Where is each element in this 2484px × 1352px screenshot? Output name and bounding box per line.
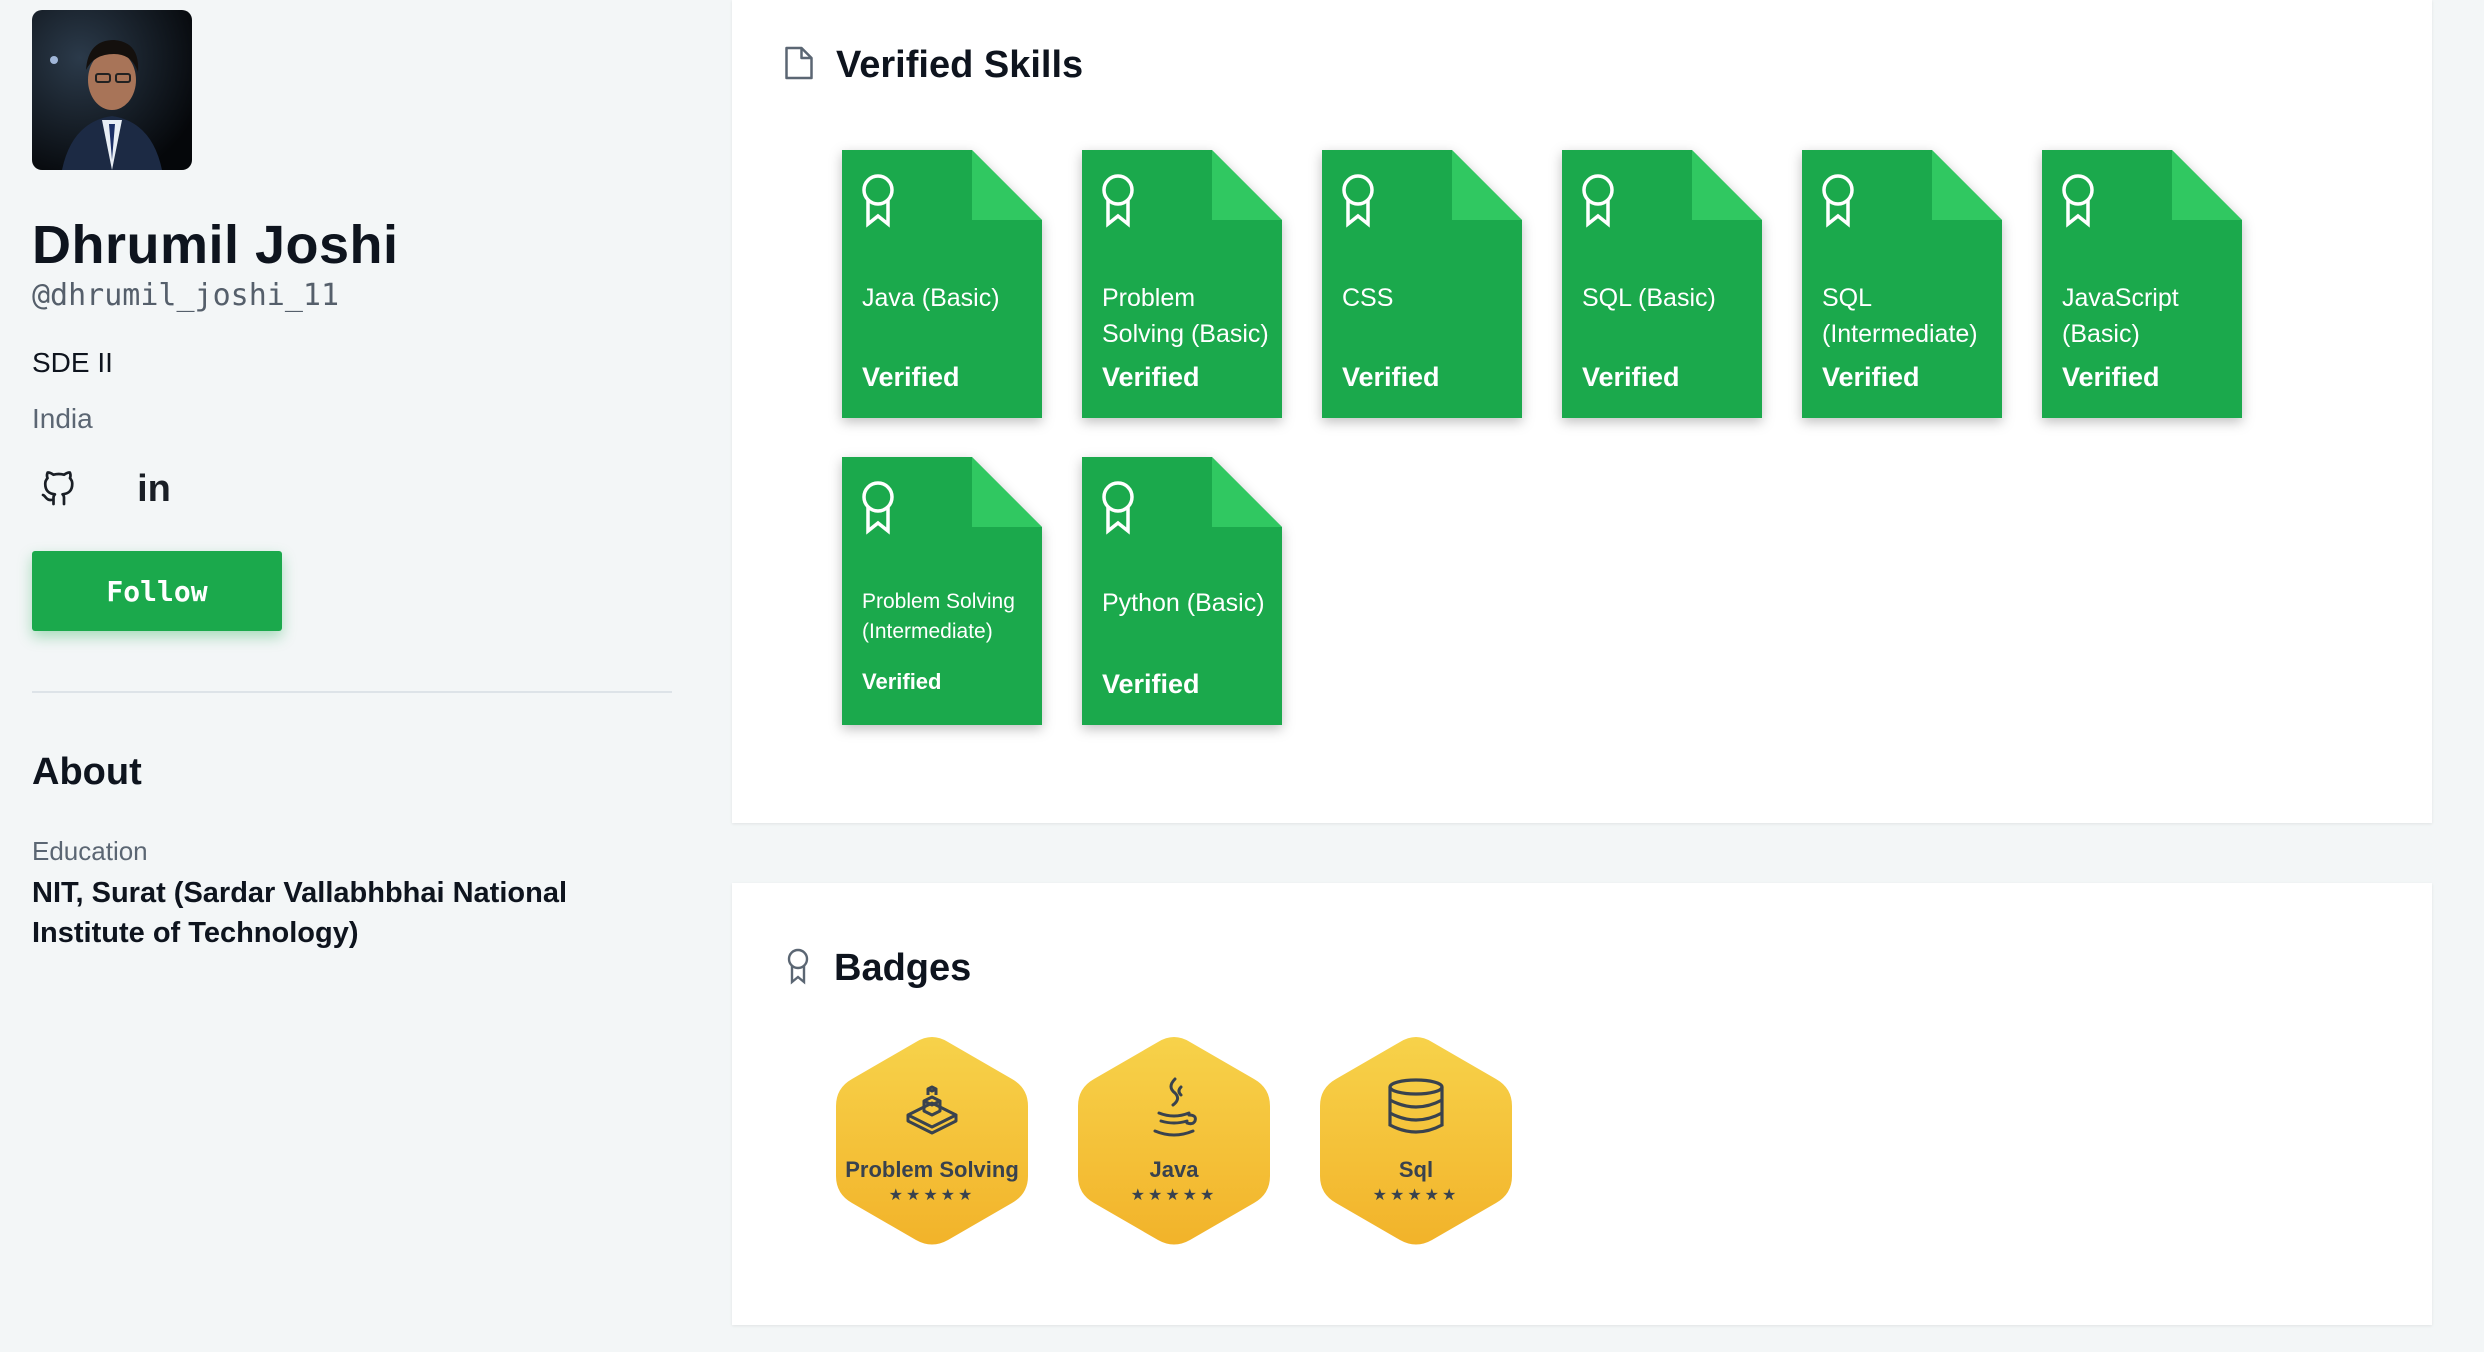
certificate-name: Problem Solving (Basic) [1102,284,1269,348]
badges-header: Badges [784,947,971,990]
certificate-status: Verified [1102,362,1200,392]
certificate-wrapper: Problem Solving (Intermediate) Verified [842,457,1042,725]
certificate-status: Verified [1582,362,1680,392]
badges-card: Badges Problem Solving ★★★★★ Java ★★★★★ … [732,883,2432,1325]
badge-name: Sql [1398,1157,1434,1182]
certificate-status: Verified [1822,362,1920,392]
page-fold [972,457,1042,527]
certificate-card[interactable]: SQL (Basic) Verified [1562,150,1762,418]
badges-title: Badges [834,947,972,989]
award-ribbon-icon [1098,479,1138,540]
badge-stars: ★★★★★ [1372,1187,1460,1204]
certificate-name: SQL (Basic) [1582,284,1716,312]
certificate-wrapper: Python (Basic) Verified [1082,457,1282,725]
education-value: NIT, Surat (Sardar Vallabhbhai National … [32,877,568,949]
page-fold [2172,150,2242,220]
certificate-name: Python (Basic) [1102,589,1265,617]
award-ribbon-icon [858,479,898,540]
badge-sql[interactable]: Sql ★★★★★ [1316,1031,1516,1251]
follow-button[interactable]: Follow [32,551,282,631]
page-fold [1452,150,1522,220]
page-fold [1932,150,2002,220]
certificate-name: SQL (Intermediate) [1822,284,1978,348]
certificate-name: CSS [1342,284,1394,312]
certificate-card[interactable]: JavaScript (Basic) Verified [2042,150,2242,418]
social-links: in [32,468,672,510]
certificate-name: Problem Solving (Intermediate) [862,590,1015,643]
certificate-card[interactable]: CSS Verified [1322,150,1522,418]
certificate-status: Verified [2062,362,2160,392]
certificate-card[interactable]: SQL (Intermediate) Verified [1802,150,2002,418]
badge-problem-solving[interactable]: Problem Solving ★★★★★ [832,1031,1032,1251]
verified-skills-header: Verified Skills [784,44,1083,87]
profile-role: SDE II [32,347,113,378]
education-label: Education [32,836,148,866]
certificate-wrapper: JavaScript (Basic) Verified [2042,150,2242,418]
problem-solving-icon [832,1077,1032,1137]
certificate-card[interactable]: Problem Solving (Intermediate) Verified [842,457,1042,725]
badge-list: Problem Solving ★★★★★ Java ★★★★★ Sql ★★★… [832,1031,1516,1251]
certificate-status: Verified [1102,669,1200,699]
badge-stars: ★★★★★ [888,1187,976,1204]
certificate-card[interactable]: Python (Basic) Verified [1082,457,1282,725]
page-fold [1692,150,1762,220]
award-ribbon-icon [1098,172,1138,233]
badge-name: Java [1149,1157,1199,1182]
award-ribbon-icon [1578,172,1618,233]
page-fold [972,150,1042,220]
certificate-status: Verified [862,362,960,392]
award-ribbon-icon [1338,172,1378,233]
certificate-status: Verified [1342,362,1440,392]
github-icon[interactable] [38,469,78,509]
document-icon [784,45,814,86]
badge-java[interactable]: Java ★★★★★ [1074,1031,1274,1251]
certificate-name: JavaScript (Basic) [2062,284,2179,348]
divider [32,691,672,693]
certificate-wrapper: Problem Solving (Basic) Verified [1082,150,1282,418]
certificate-wrapper: SQL (Intermediate) Verified [1802,150,2002,418]
award-ribbon-icon [2058,172,2098,233]
page-fold [1212,150,1282,220]
certificate-wrapper: Java (Basic) Verified [842,150,1042,418]
certificate-card[interactable]: Java (Basic) Verified [842,150,1042,418]
award-ribbon-icon [1818,172,1858,233]
award-ribbon-icon [858,172,898,233]
java-cup-icon [1074,1077,1274,1139]
badge-stars: ★★★★★ [1130,1187,1218,1204]
badge-ribbon-icon [784,947,812,990]
avatar[interactable] [32,10,192,170]
profile-sidebar: Dhrumil Joshi @dhrumil_joshi_11 SDE II I… [32,10,672,953]
certificate-name: Java (Basic) [862,284,1000,312]
certificate-status: Verified [862,669,942,694]
badge-name: Problem Solving [845,1157,1019,1182]
linkedin-icon[interactable]: in [134,468,174,510]
certificate-card[interactable]: Problem Solving (Basic) Verified [1082,150,1282,418]
profile-handle: @dhrumil_joshi_11 [32,278,340,313]
verified-skills-title: Verified Skills [836,44,1084,86]
about-heading: About [32,751,142,793]
verified-skills-card: Verified Skills Java (Basic) Verified Pr… [732,0,2432,823]
certificate-wrapper: CSS Verified [1322,150,1522,418]
database-icon [1316,1077,1516,1137]
certificate-wrapper: SQL (Basic) Verified [1562,150,1762,418]
profile-name: Dhrumil Joshi [32,215,399,275]
profile-location: India [32,403,93,434]
page-fold [1212,457,1282,527]
